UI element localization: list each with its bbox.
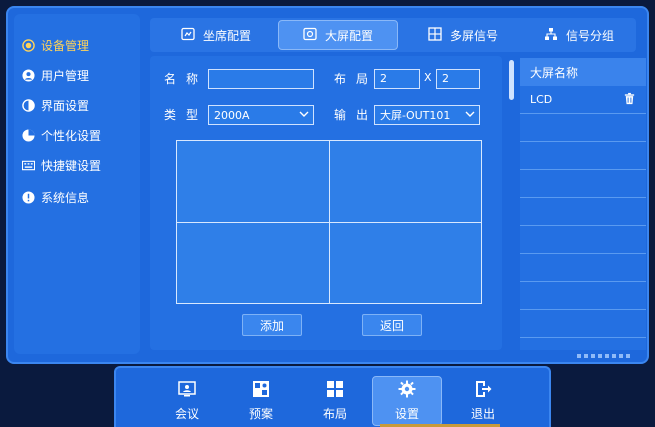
layout-separator: X xyxy=(424,71,432,84)
sidebar-item-label: 个性化设置 xyxy=(41,128,102,143)
sidebar-item-shortcut-settings[interactable]: 快捷键设置 xyxy=(22,154,134,176)
contrast-icon xyxy=(22,98,35,112)
sidebar-item-label: 系统信息 xyxy=(41,190,90,205)
layout-cols-input[interactable]: 2 xyxy=(436,69,480,89)
keyboard-icon xyxy=(22,159,35,172)
exit-icon xyxy=(474,380,492,401)
layout-rows-input[interactable]: 2 xyxy=(374,69,420,89)
screen-icon xyxy=(303,27,317,44)
type-select-value: 2000A xyxy=(214,108,250,122)
dock-item-meeting[interactable]: 会议 xyxy=(152,376,222,426)
chevron-down-icon xyxy=(465,109,475,122)
sidebar-item-system-info[interactable]: 系统信息 xyxy=(22,186,134,208)
sidebar-item-label: 用户管理 xyxy=(41,68,90,83)
tab-screen-config[interactable]: 大屏配置 xyxy=(278,20,398,50)
tab-seat-config[interactable]: 坐席配置 xyxy=(160,20,272,50)
output-select-value: 大屏-OUT101 xyxy=(380,109,451,122)
layout-icon xyxy=(326,380,344,401)
chevron-down-icon xyxy=(299,109,309,122)
trash-icon[interactable] xyxy=(623,92,636,108)
dock-item-label: 布局 xyxy=(322,407,347,421)
config-tabs: 坐席配置 大屏配置 多屏信号 信号分组 xyxy=(150,18,636,52)
dock-item-label: 退出 xyxy=(470,407,495,421)
sidebar-item-label: 界面设置 xyxy=(41,98,90,113)
screen-config-panel: 名称 布局 2 X 2 类型 2000A 输出 大屏-OUT101 添加 返回 xyxy=(150,56,502,350)
bottom-dock: 会议 预案 布局 设置 退出 xyxy=(114,366,551,427)
sidebar-item-label: 快捷键设置 xyxy=(41,158,102,173)
sidebar-item-personalization[interactable]: 个性化设置 xyxy=(22,124,134,146)
screen-list-header: 大屏名称 xyxy=(520,58,646,86)
output-label: 输出 xyxy=(334,108,379,122)
tab-label: 大屏配置 xyxy=(324,28,373,43)
layout-label: 布局 xyxy=(334,72,379,86)
dock-item-plan[interactable]: 预案 xyxy=(226,376,296,426)
frame-decoration xyxy=(577,354,633,358)
tab-label: 多屏信号 xyxy=(449,28,498,43)
settings-icon xyxy=(398,380,416,401)
list-item xyxy=(520,142,646,170)
tab-label: 信号分组 xyxy=(565,28,614,43)
add-button[interactable]: 添加 xyxy=(242,314,302,336)
output-select[interactable]: 大屏-OUT101 xyxy=(374,105,480,125)
screen-layout-preview[interactable] xyxy=(176,140,482,304)
list-item xyxy=(520,170,646,198)
user-icon xyxy=(22,68,35,82)
dock-item-label: 会议 xyxy=(174,407,199,421)
radio-icon xyxy=(22,38,35,52)
list-item[interactable]: LCD xyxy=(520,86,646,114)
plan-icon xyxy=(252,380,270,401)
back-button[interactable]: 返回 xyxy=(362,314,422,336)
sidebar-item-device-management[interactable]: 设备管理 xyxy=(22,34,134,56)
seat-icon xyxy=(181,27,195,44)
screen-list: 大屏名称 LCD xyxy=(520,58,646,350)
tab-signal-group[interactable]: 信号分组 xyxy=(524,20,634,50)
name-input[interactable] xyxy=(208,69,314,89)
info-icon xyxy=(22,190,35,204)
tab-multiscreen-signal[interactable]: 多屏信号 xyxy=(408,20,518,50)
type-label: 类型 xyxy=(164,108,209,122)
screen-name: LCD xyxy=(530,93,553,106)
sidebar-item-interface-settings[interactable]: 界面设置 xyxy=(22,94,134,116)
multiscreen-icon xyxy=(428,26,442,44)
dock-item-exit[interactable]: 退出 xyxy=(448,376,518,426)
list-item xyxy=(520,254,646,282)
tab-label: 坐席配置 xyxy=(202,28,251,43)
meeting-icon xyxy=(178,380,196,401)
sidebar-item-label: 设备管理 xyxy=(41,38,90,53)
sidebar: 设备管理 用户管理 界面设置 个性化设置 快捷键设置 系统信息 xyxy=(14,14,140,354)
dock-item-layout[interactable]: 布局 xyxy=(300,376,370,426)
dock-item-settings[interactable]: 设置 xyxy=(372,376,442,426)
group-icon xyxy=(544,27,558,44)
list-item xyxy=(520,310,646,338)
list-item xyxy=(520,114,646,142)
dock-item-label: 预案 xyxy=(248,407,273,421)
type-select[interactable]: 2000A xyxy=(208,105,314,125)
name-label: 名称 xyxy=(164,72,209,86)
grid-divider-horizontal xyxy=(177,222,481,223)
sidebar-item-user-management[interactable]: 用户管理 xyxy=(22,64,134,86)
list-item xyxy=(520,282,646,310)
scrollbar[interactable] xyxy=(509,60,514,100)
dock-item-label: 设置 xyxy=(394,407,419,421)
list-item xyxy=(520,226,646,254)
list-item xyxy=(520,198,646,226)
pie-icon xyxy=(22,128,35,142)
